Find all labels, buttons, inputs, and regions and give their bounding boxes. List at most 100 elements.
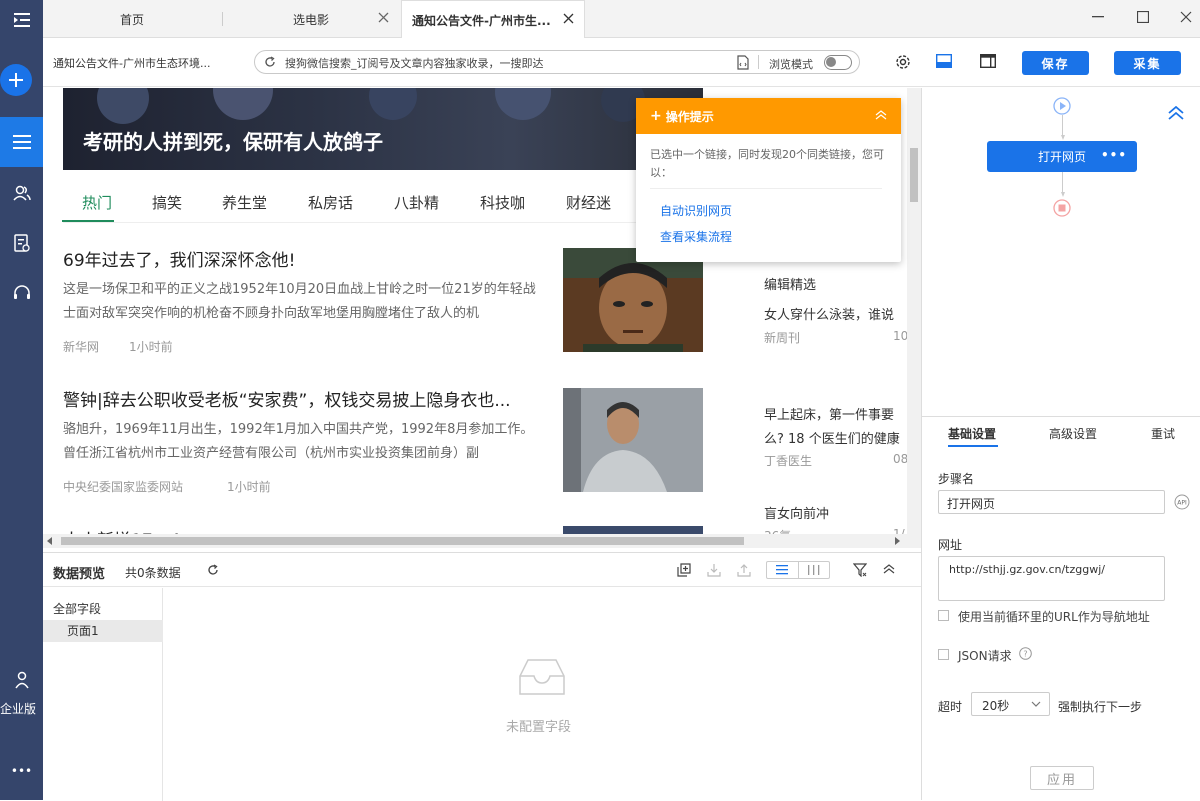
scroll-right-icon[interactable] — [895, 537, 901, 545]
tab-retry[interactable]: 重试 — [1151, 425, 1175, 442]
view-mode-switch — [766, 561, 830, 579]
add-field-icon[interactable] — [677, 563, 691, 577]
nav-tab-private[interactable]: 私房话 — [308, 192, 353, 213]
flow-start-icon[interactable] — [1053, 97, 1071, 115]
side-article-title[interactable]: 女人穿什么泳装，谁说 — [764, 304, 894, 323]
import-icon[interactable] — [707, 563, 721, 577]
url-input[interactable]: http://sthjj.gz.gov.cn/tzggwj/ — [938, 556, 1165, 601]
list-view-icon[interactable] — [776, 565, 788, 575]
nav-tab-gossip[interactable]: 八卦精 — [394, 192, 439, 213]
use-loop-url-checkbox[interactable] — [938, 610, 949, 621]
side-article-source: 新周刊 — [764, 331, 801, 345]
refresh-icon[interactable] — [207, 564, 219, 576]
flow-config-panel: 打开网页 ••• 基础设置 高级设置 重试 步骤名 打开网页 API 网址 ht… — [921, 88, 1200, 800]
url-label: 网址 — [938, 538, 963, 552]
page-field-item[interactable]: 页面1 — [43, 620, 163, 642]
layout-bottom-panel-icon[interactable] — [936, 54, 952, 68]
flow-step-open-page[interactable]: 打开网页 ••• — [987, 141, 1137, 172]
headset-icon[interactable] — [0, 275, 43, 311]
collapse-flow-icon[interactable] — [1168, 106, 1184, 120]
json-request-checkbox[interactable] — [938, 649, 949, 660]
collapse-up-icon[interactable] — [875, 110, 887, 120]
minimize-icon[interactable] — [1083, 4, 1113, 30]
nav-tab-health[interactable]: 养生堂 — [222, 192, 267, 213]
tab-notice[interactable]: 通知公告文件-广州市生... — [401, 0, 585, 39]
help-icon[interactable]: ? — [1019, 647, 1032, 660]
article-source: 中央纪委国家监委网站 — [63, 480, 184, 494]
apply-button[interactable]: 应用 — [1030, 766, 1094, 790]
tab-basic-settings[interactable]: 基础设置 — [948, 425, 996, 442]
more-options-icon[interactable]: ••• — [0, 764, 43, 778]
force-next-label: 强制执行下一步 — [1058, 700, 1143, 714]
nav-tab-funny[interactable]: 搞笑 — [152, 192, 182, 213]
collapse-menu-icon[interactable] — [0, 2, 43, 38]
task-list-nav-button[interactable] — [0, 117, 43, 167]
flow-connector — [1061, 115, 1065, 140]
auto-detect-link[interactable]: 自动识别网页 — [660, 202, 732, 219]
side-article-title[interactable]: 早上起床，第一件事要 — [764, 404, 894, 423]
settings-gear-icon[interactable] — [895, 54, 911, 70]
address-search-input[interactable]: 搜狗微信搜索_订阅号及文章内容独家收录，一搜即达 浏览模式 — [254, 50, 860, 74]
column-view-icon[interactable] — [808, 565, 820, 575]
use-loop-url-label: 使用当前循环里的URL作为导航地址 — [958, 610, 1150, 624]
collect-button[interactable]: 采集 — [1114, 51, 1181, 75]
side-article-count: 08 — [893, 452, 909, 466]
left-sidebar: 企业版 ••• — [0, 0, 43, 800]
add-task-button[interactable] — [0, 64, 32, 96]
horizontal-scrollbar[interactable] — [43, 534, 907, 548]
article-title[interactable]: 69年过去了，我们深深怀念他! — [63, 246, 543, 271]
view-flow-link[interactable]: 查看采集流程 — [660, 228, 732, 245]
filter-icon[interactable] — [853, 563, 867, 577]
close-tab-icon[interactable] — [563, 13, 574, 24]
api-icon[interactable]: API — [1174, 494, 1190, 510]
tab-home[interactable]: 首页 — [43, 0, 221, 38]
preview-count: 共0条数据 — [125, 566, 181, 580]
browser-tab-bar: 首页 选电影 通知公告文件-广州市生... — [43, 0, 1200, 39]
save-button[interactable]: 保存 — [1022, 51, 1089, 75]
chevron-down-icon — [1031, 701, 1041, 707]
scroll-left-icon[interactable] — [47, 537, 53, 545]
enterprise-edition-label[interactable]: 企业版 — [0, 700, 43, 717]
layout-side-panel-icon[interactable] — [980, 54, 996, 68]
maximize-icon[interactable] — [1128, 4, 1158, 30]
article-item[interactable]: 69年过去了，我们深深怀念他! 这是一场保卫和平的正义之战1952年10月20日… — [63, 246, 703, 376]
empty-inbox-icon — [518, 658, 566, 696]
export-icon[interactable] — [737, 563, 751, 577]
nav-tab-finance[interactable]: 财经迷 — [566, 192, 611, 213]
step-name-input[interactable]: 打开网页 — [938, 490, 1165, 514]
collapse-up-icon[interactable] — [883, 564, 895, 574]
tip-title: 操作提示 — [665, 109, 714, 124]
browse-mode-toggle[interactable] — [824, 55, 852, 70]
article-thumbnail[interactable] — [563, 248, 703, 352]
svg-text:?: ? — [1023, 649, 1027, 658]
search-placeholder: 搜狗微信搜索_订阅号及文章内容独家收录，一搜即达 — [285, 57, 544, 70]
close-tab-icon[interactable] — [378, 12, 389, 23]
close-window-icon[interactable] — [1171, 4, 1200, 30]
article-title[interactable]: 警钟|辞去公职收受老板“安家费”，权钱交易披上隐身衣也... — [63, 386, 543, 411]
banner-headline[interactable]: 考研的人拼到死，保研有人放鸽子 — [83, 126, 383, 155]
banner-image[interactable]: 考研的人拼到死，保研有人放鸽子 • • — [63, 88, 703, 170]
page-source-icon[interactable] — [737, 55, 750, 70]
side-article-title[interactable]: 盲女向前冲 — [764, 503, 829, 522]
preview-header: 数据预览 共0条数据 — [43, 553, 921, 587]
article-thumbnail[interactable] — [563, 388, 703, 492]
tab-advanced-settings[interactable]: 高级设置 — [1049, 425, 1097, 442]
document-check-icon[interactable] — [0, 225, 43, 261]
timeout-select[interactable]: 20秒 — [971, 692, 1050, 716]
address-toolbar: 通知公告文件-广州市生态环境... 搜狗微信搜索_订阅号及文章内容独家收录，一搜… — [43, 38, 1200, 87]
tab-movie[interactable]: 选电影 — [223, 0, 399, 38]
vertical-scrollbar[interactable] — [907, 88, 921, 548]
account-icon[interactable] — [0, 662, 43, 698]
nav-tab-hot[interactable]: 热门 — [82, 192, 112, 213]
refresh-icon[interactable] — [264, 56, 276, 68]
step-more-icon[interactable]: ••• — [1101, 148, 1127, 162]
all-fields-item[interactable]: 全部字段 — [53, 600, 101, 617]
side-article-title-line2[interactable]: 么? 18 个医生们的健康 — [764, 428, 900, 447]
users-icon[interactable] — [0, 175, 43, 211]
article-item[interactable]: 警钟|辞去公职收受老板“安家费”，权钱交易披上隐身衣也... 骆旭升，1969年… — [63, 386, 703, 516]
flow-end-icon[interactable] — [1053, 199, 1071, 217]
article-time: 1小时前 — [227, 480, 271, 494]
page-title: 通知公告文件-广州市生态环境... — [53, 57, 211, 70]
nav-tab-tech[interactable]: 科技咖 — [480, 192, 525, 213]
tip-header: + 操作提示 — [636, 98, 901, 134]
